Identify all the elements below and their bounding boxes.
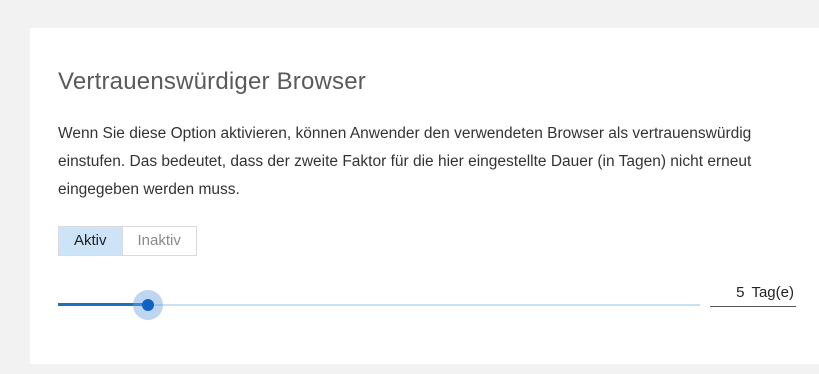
trusted-browser-card: Vertrauenswürdiger Browser Wenn Sie dies… xyxy=(30,28,819,364)
slider-thumb[interactable] xyxy=(141,299,154,311)
duration-unit: Tag(e) xyxy=(751,283,794,301)
duration-input[interactable]: 5 Tag(e) xyxy=(710,278,796,307)
active-inactive-toggle: Aktiv Inaktiv xyxy=(58,226,197,256)
duration-slider[interactable] xyxy=(58,290,700,320)
toggle-inactive-button[interactable]: Inaktiv xyxy=(121,227,196,255)
section-description: Wenn Sie diese Option aktivieren, können… xyxy=(58,125,752,198)
section-title: Vertrauenswürdiger Browser xyxy=(58,68,367,95)
toggle-active-button[interactable]: Aktiv xyxy=(59,227,122,255)
duration-value: 5 xyxy=(736,283,745,301)
